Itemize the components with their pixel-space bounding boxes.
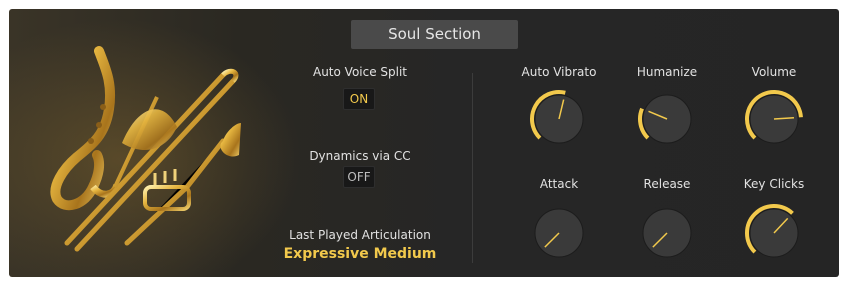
release-label: Release (643, 177, 691, 191)
key-clicks-knob[interactable] (742, 201, 806, 265)
humanize-label: Humanize (636, 65, 698, 79)
dynamics-via-cc-label: Dynamics via CC (309, 149, 411, 163)
auto-voice-split-label: Auto Voice Split (312, 65, 408, 79)
attack-knob[interactable] (527, 201, 591, 265)
attack-label: Attack (539, 177, 579, 191)
auto-voice-split-toggle[interactable]: ON (343, 88, 375, 110)
last-played-articulation-label: Last Played Articulation (289, 228, 431, 242)
key-clicks-label: Key Clicks (743, 177, 805, 191)
dynamics-via-cc-toggle[interactable]: OFF (343, 166, 375, 188)
plugin-panel: Soul Section Auto Voice Split ON Dynamic… (9, 9, 839, 277)
preset-title: Soul Section (351, 20, 518, 49)
release-knob[interactable] (635, 201, 699, 265)
trumpet-icon (124, 138, 226, 246)
saxophone-icon (50, 46, 115, 211)
volume-label: Volume (751, 65, 797, 79)
trombone-icon (64, 72, 226, 246)
auto-vibrato-knob[interactable] (527, 87, 591, 151)
volume-knob[interactable] (742, 87, 806, 151)
last-played-articulation-value: Expressive Medium (283, 246, 437, 262)
section-divider (472, 73, 473, 263)
instruments-image (50, 46, 241, 252)
auto-vibrato-label: Auto Vibrato (521, 65, 597, 79)
humanize-knob[interactable] (635, 87, 699, 151)
